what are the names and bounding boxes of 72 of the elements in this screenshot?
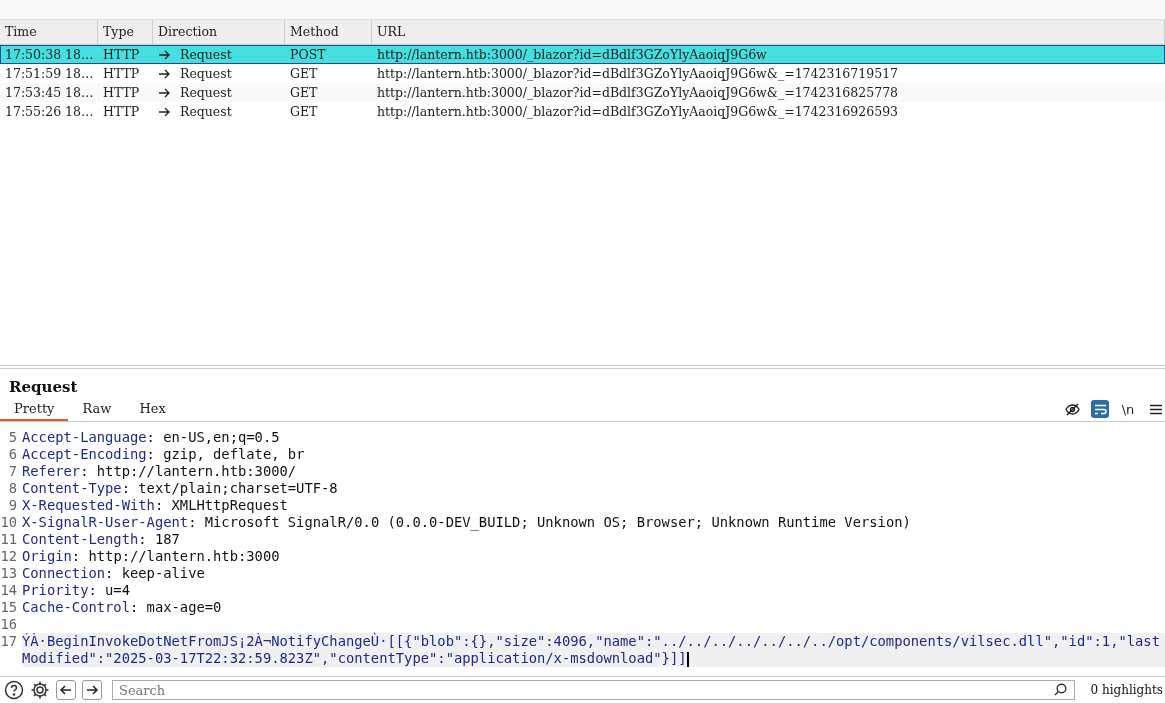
direction-cell: Request [180,46,232,63]
line-number: 12 [0,548,18,565]
direction-cell: Request [180,65,232,82]
method-cell-text: GET [289,84,319,101]
code-line: Connection: keep-alive [22,565,206,582]
code-line: Accept-Language: en-US,en;q=0.5 [22,429,281,446]
code-line: Accept-Encoding: gzip, deflate, br [22,446,306,463]
time-cell-text: 17:50:38 18… [4,46,95,63]
arrow-right-icon [158,106,170,117]
column-header[interactable]: Type [98,20,153,44]
newline-toggle[interactable]: \n [1119,400,1137,418]
arrow-left-icon [60,685,72,695]
search-field[interactable]: Search [112,680,1075,700]
line-number: 17 [0,633,18,651]
time-cell-text: 17:51:59 18… [4,65,95,82]
help-icon[interactable] [4,680,24,700]
code-line: X-SignalR-User-Agent: Microsoft SignalR/0.0 (0.0.0-DEV_BUILD; Unknown OS; Browser; Unknown Runtime Version) [22,514,912,531]
view-tab[interactable]: Pretty [0,401,69,421]
time-cell-text: 17:55:26 18… [4,103,95,120]
highlights-count: 0 highlights [1090,683,1164,697]
line-number: 16 [0,616,18,633]
column-header[interactable]: Method [285,20,372,44]
code-line: Content-Type: text/plain;charset=UTF-8 [22,480,339,497]
settings-icon[interactable] [30,680,50,700]
view-tab[interactable]: Raw [68,401,126,421]
line-number: 13 [0,565,18,582]
text-wrap-icon[interactable] [1091,400,1109,418]
panel-title: Request [8,377,79,398]
type-cell-text: HTTP [102,103,141,120]
view-tab[interactable]: Hex [125,401,180,421]
code-line: X-Requested-With: XMLHttpRequest [22,497,289,514]
table-row[interactable]: 17:55:26 18… HTTP Request GET http://lantern.htb:3000/_blazor?id=dBdlf3GZoYlyAaoiqJ9G6w&_=1742316926593 [0,102,1165,121]
table-row[interactable]: 17:53:45 18… HTTP Request GET http://lantern.htb:3000/_blazor?id=dBdlf3GZoYlyAaoiqJ9G6w&_=1742316825778 [0,83,1165,102]
code-line: Content-Length: 187 [22,531,181,548]
code-line: Priority: u=4 [22,582,131,599]
back-button[interactable] [56,680,76,700]
line-number: 10 [0,514,18,531]
column-header[interactable]: Time [0,20,98,44]
column-header[interactable]: Direction [153,20,285,44]
type-cell-text: HTTP [102,46,141,63]
table-row[interactable]: 17:50:38 18… HTTP Request POST http://lantern.htb:3000/_blazor?id=dBdlf3GZoYlyAaoiqJ9G6w [0,45,1165,64]
url-cell-text: http://lantern.htb:3000/_blazor?id=dBdlf3GZoYlyAaoiqJ9G6w [376,46,768,63]
arrow-right-icon [86,685,98,695]
type-cell-text: HTTP [102,84,141,101]
method-cell-text: GET [289,65,319,82]
line-number: 14 [0,582,18,599]
direction-cell: Request [180,103,232,120]
arrow-right-icon [158,87,170,98]
url-cell-text: http://lantern.htb:3000/_blazor?id=dBdlf3GZoYlyAaoiqJ9G6w&_=1742316719517 [376,65,900,82]
code-line: Origin: http://lantern.htb:3000 [22,548,281,565]
line-number: 11 [0,531,18,548]
search-icon [1053,683,1067,696]
table-row[interactable]: 17:51:59 18… HTTP Request GET http://lantern.htb:3000/_blazor?id=dBdlf3GZoYlyAaoiqJ9G6w&_=1742316719517 [0,64,1165,83]
line-number: 15 [0,599,18,616]
arrow-right-icon [158,49,170,60]
line-number: 7 [7,463,18,480]
time-cell-text: 17:53:45 18… [4,84,95,101]
forward-button[interactable] [82,680,102,700]
method-cell-text: POST [289,46,327,63]
line-number: 8 [7,480,18,497]
method-cell-text: GET [289,103,319,120]
arrow-right-icon [158,68,170,79]
line-number: 6 [7,446,18,463]
code-line: Referer: http://lantern.htb:3000/ [22,463,298,480]
line-number: 5 [7,429,18,446]
column-header[interactable]: URL [372,20,1165,44]
code-line: Cache-Control: max-age=0 [22,599,223,616]
direction-cell: Request [180,84,232,101]
url-cell-text: http://lantern.htb:3000/_blazor?id=dBdlf3GZoYlyAaoiqJ9G6w&_=1742316926593 [376,103,900,120]
type-cell-text: HTTP [102,65,141,82]
url-cell-text: http://lantern.htb:3000/_blazor?id=dBdlf3GZoYlyAaoiqJ9G6w&_=1742316825778 [376,84,900,101]
line-number: 9 [7,497,18,514]
